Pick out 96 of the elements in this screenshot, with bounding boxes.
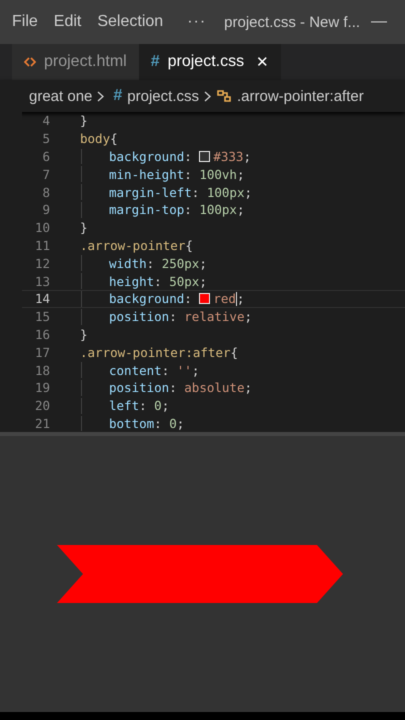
breadcrumb-item[interactable]: .arrow-pointer:after [237,88,364,104]
code-token: { [230,344,238,360]
line-number: 16 [34,326,50,342]
chevron-icon [97,90,104,102]
code-token: } [80,113,88,128]
line-number: 8 [41,184,50,200]
code-token: { [110,131,118,146]
line-number: 13 [34,274,50,289]
code-token: background [109,148,184,164]
code-token: position [109,380,170,396]
code-token: ; [244,309,252,324]
line-number: 21 [34,416,50,431]
code-token: : [184,202,193,218]
code-token: bottom [109,416,154,431]
code-token: : [169,380,178,396]
code-token: ; [162,398,170,414]
editor-tab[interactable]: project.html [12,44,139,80]
code-token: 100px [199,202,237,218]
code-token: 0 [169,416,177,431]
code-token: ; [176,416,184,431]
code-token: '' [176,362,192,378]
code-token: relative [184,309,244,324]
code-token: : [184,291,193,306]
code-token: 100px [206,184,244,200]
code-token: } [80,326,88,342]
code-token: .arrow-pointer [80,238,186,253]
text-cursor-icon [236,292,237,306]
line-number: 6 [41,148,50,164]
line-number: 20 [34,398,50,414]
editor-tab[interactable]: # project.css ✕ [138,44,282,80]
line-number: 12 [34,256,50,271]
code-token: 250px [162,256,200,271]
close-icon[interactable]: ✕ [256,53,270,71]
code-brackets-icon [24,56,36,68]
code-token: position [109,309,170,324]
code-token: margin-left [109,184,192,200]
code-token: 0 [154,398,162,414]
code-token: ; [243,148,251,164]
menu-item[interactable]: File [4,13,46,31]
line-number: 14 [34,291,50,306]
chevron-icon [204,90,211,102]
code-token: : [154,416,163,431]
code-token: : [184,148,193,164]
code-token: : [146,256,156,271]
code-token: : [184,166,193,182]
code-token: body [80,131,110,146]
code-token: #333 [213,148,244,164]
code-token: red [213,291,236,306]
code-token: : [139,398,148,414]
code-token: } [80,220,88,236]
code-token: ; [244,380,252,396]
hash-icon: # [150,53,160,71]
code-token: content [109,362,162,378]
code-token: absolute [184,380,244,396]
line-number: 18 [34,362,50,378]
code-token: ; [199,274,207,289]
code-token: width [109,256,147,271]
line-number: 10 [34,220,50,236]
code-token: : [192,184,200,200]
code-token: { [185,238,193,253]
line-number: 15 [34,309,50,324]
breadcrumb-item[interactable]: great one [29,88,92,104]
code-token: ; [236,291,244,306]
code-token: ; [199,256,207,271]
window-title: project.css - New f... [224,14,360,30]
code-token: 50px [169,274,200,289]
menu-item[interactable]: Selection [89,13,172,31]
code-token: background [109,291,184,306]
hash-icon: # [113,87,122,105]
code-token: ; [236,166,244,182]
tab-label: project.css [168,53,244,71]
minimize-button[interactable]: — [371,13,387,31]
line-number: 17 [34,344,50,360]
code-token: : [154,274,163,289]
code-token: : [162,362,170,378]
line-number: 9 [41,202,50,218]
breadcrumb-item[interactable]: project.css [127,88,199,104]
tab-label: project.html [44,53,127,71]
code-token: 100vh [199,166,237,182]
line-number: 11 [34,238,50,253]
code-token: margin-top [109,202,184,218]
line-number: 19 [34,380,50,396]
symbol-icon [216,89,232,103]
code-token: height [109,274,154,289]
code-token: ; [192,362,200,378]
code-token: ; [244,184,252,200]
code-token: left [109,398,140,414]
line-number: 7 [41,166,50,182]
code-token: ; [236,202,244,218]
more-menu-button[interactable]: ··· [171,13,220,31]
menu-item[interactable]: Edit [46,13,90,31]
code-token: .arrow-pointer:after [80,344,231,360]
line-number: 4 [41,113,50,128]
code-token: min-height [109,166,184,182]
line-number: 5 [41,131,50,146]
code-token: : [169,309,178,324]
